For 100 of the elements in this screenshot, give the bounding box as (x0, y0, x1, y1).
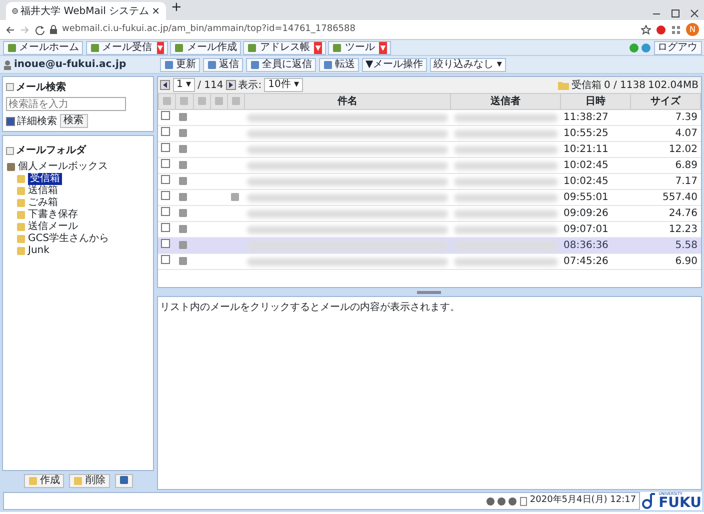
mail-row[interactable]: 10:02:45 7.17 (158, 174, 700, 190)
extension-icon[interactable] (656, 24, 666, 34)
folder-item[interactable]: Junk (28, 244, 50, 256)
size-cell: 557.40 (662, 192, 698, 203)
help-icon[interactable] (641, 42, 651, 52)
folder-action-button[interactable]: 削除 (69, 474, 110, 488)
time-cell: 09:55:01 (564, 192, 608, 203)
checkbox[interactable] (161, 207, 170, 216)
time-cell: 10:55:25 (564, 128, 608, 139)
globe-icon (12, 6, 18, 16)
search-field[interactable]: 検索語を入力 (6, 97, 126, 111)
mail-row[interactable]: 11:38:27 7.39 (158, 110, 700, 126)
folder-item[interactable]: GCS学生さんから (28, 232, 110, 244)
star-icon[interactable] (641, 24, 651, 34)
column-header[interactable]: 件名 (337, 96, 358, 107)
action-button[interactable]: 更新 (160, 58, 200, 72)
mail-row[interactable]: 08:36:36 5.58 (158, 238, 700, 254)
mail-row[interactable]: 10:55:25 4.07 (158, 126, 700, 142)
checkbox[interactable] (161, 255, 170, 264)
status-icon[interactable] (628, 42, 638, 52)
menu-button[interactable]: ▼メール操作 (362, 58, 428, 72)
size-cell: 7.17 (675, 176, 698, 187)
toolbar-icon (332, 42, 342, 52)
checkbox[interactable] (161, 175, 170, 184)
mail-row[interactable]: 10:02:45 6.89 (158, 158, 700, 174)
toolbar-icon (6, 42, 16, 52)
tab-title[interactable]: 福井大学 WebMail システム (20, 4, 150, 18)
first-page-icon[interactable] (160, 80, 170, 90)
lock-icon (50, 25, 57, 34)
folder-item[interactable]: ごみ箱 (28, 196, 58, 208)
section-icon (6, 83, 14, 91)
grid-icon[interactable] (671, 24, 681, 34)
maximize-icon[interactable] (671, 8, 680, 18)
reload-icon[interactable] (35, 24, 45, 34)
size-cell: 4.07 (675, 128, 698, 139)
checkbox[interactable] (161, 159, 170, 168)
time-cell: 10:02:45 (564, 176, 608, 187)
filter-select[interactable]: 絞り込みなし ▾ (430, 58, 506, 72)
size-cell: 5.58 (675, 240, 698, 251)
column-icon (214, 96, 224, 106)
mail-row[interactable]: 10:21:11 12.02 (158, 142, 700, 158)
close-tab-button[interactable]: × (152, 4, 160, 18)
size-cell: 6.89 (675, 160, 698, 171)
mail-row[interactable]: 09:09:26 24.76 (158, 206, 700, 222)
toolbar-icon (174, 42, 184, 52)
search-button[interactable]: 検索 (60, 114, 88, 128)
size-cell: 12.02 (668, 144, 698, 155)
navigation-buttons-drawing[interactable] (486, 496, 518, 506)
action-button[interactable]: 全員に返信 (246, 58, 316, 72)
toolbar-button[interactable]: メールホーム (2, 40, 83, 54)
splitter-handle[interactable] (417, 290, 442, 294)
mail-row[interactable]: 09:55:01 557.40 (158, 190, 700, 206)
folder-item[interactable]: 個人メールボックス (18, 160, 108, 172)
checkbox[interactable] (161, 191, 170, 200)
checkbox-label: 詳細検索 (17, 114, 57, 128)
column-icon (162, 96, 172, 106)
size-cell: 12.23 (668, 224, 698, 235)
action-icon (164, 60, 174, 70)
logout-button[interactable]: ログアウ (654, 40, 702, 54)
mail-row[interactable]: 09:07:01 12.23 (158, 222, 700, 238)
page-select[interactable]: 1 ▾ (172, 78, 196, 92)
mailbox-name: 受信箱 (571, 78, 602, 92)
toolbar-button[interactable]: メール作成 (170, 40, 241, 54)
folder-item[interactable]: 下書き保存 (28, 208, 78, 220)
folder-item[interactable]: 送信メール (28, 220, 78, 232)
time-cell: 10:21:11 (564, 144, 608, 155)
new-tab-button[interactable]: + (171, 0, 182, 18)
display-select[interactable]: 10件 ▾ (264, 78, 304, 92)
checkbox[interactable] (161, 239, 170, 248)
column-header[interactable]: 送信者 (490, 96, 520, 107)
action-button[interactable]: 返信 (202, 58, 243, 72)
checkbox[interactable] (161, 143, 170, 152)
mail-row[interactable]: 07:45:26 6.90 (158, 254, 700, 270)
section-icon (6, 146, 14, 154)
university-logo-icon (642, 492, 656, 509)
url-text[interactable]: webmail.ci.u-fukui.ac.jp/am_bin/ammain/top?id=14761_1786588 (62, 22, 356, 36)
checkbox[interactable] (161, 127, 170, 136)
action-button[interactable]: 転送 (318, 58, 359, 72)
time-cell: 08:36:36 (564, 240, 608, 251)
folder-item[interactable]: 送信箱 (28, 184, 58, 196)
mailbox-count: 0 / 1138 (604, 78, 646, 92)
checkbox[interactable] (161, 111, 170, 120)
action-icon (206, 60, 216, 70)
mailbox-size: 102.04MB (648, 78, 698, 92)
size-cell: 6.90 (675, 256, 698, 267)
close-icon[interactable] (690, 8, 699, 18)
time-cell: 07:45:26 (564, 256, 608, 267)
checkbox[interactable] (161, 223, 170, 232)
user-email: inoue@u-fukui.ac.jp (14, 58, 126, 72)
back-arrow-icon[interactable] (5, 24, 15, 34)
time-cell: 10:02:45 (564, 160, 608, 171)
display-label: 表示: (238, 78, 262, 92)
folder-action-button[interactable]: 作成 (24, 474, 64, 488)
column-header[interactable]: 日時 (586, 96, 606, 107)
size-cell: 24.76 (668, 208, 698, 219)
refresh-button[interactable] (114, 474, 132, 488)
next-page-icon[interactable] (226, 80, 236, 90)
folder-item[interactable]: 受信箱 (28, 172, 62, 184)
size-cell: 7.39 (675, 112, 698, 123)
checkbox[interactable] (6, 116, 14, 126)
